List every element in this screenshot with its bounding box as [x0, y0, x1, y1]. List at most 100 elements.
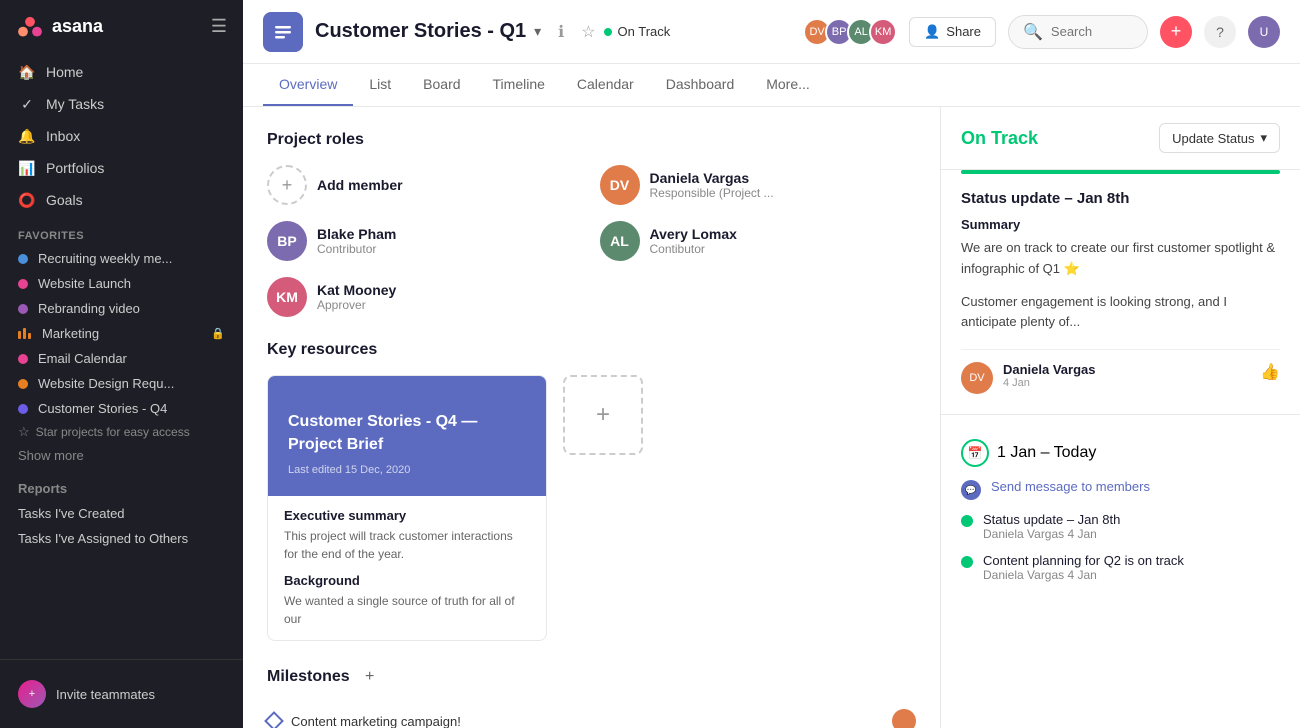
tab-timeline[interactable]: Timeline — [477, 64, 561, 106]
share-button[interactable]: 👤 Share — [909, 17, 996, 47]
timeline-dot-2 — [961, 556, 973, 568]
info-button[interactable]: ℹ — [549, 20, 573, 44]
timeline-date-label: 1 Jan – Today — [997, 444, 1096, 462]
content-area: Project roles + Add member DV Daniela Va… — [243, 107, 1300, 728]
milestone-add-button[interactable]: + — [358, 665, 382, 689]
role-item-kat: KM Kat Mooney Approver — [267, 277, 584, 317]
sidebar-item-customer-stories-q4[interactable]: Customer Stories - Q4 — [8, 396, 235, 421]
sidebar-item-my-tasks[interactable]: ✓ My Tasks — [8, 88, 235, 120]
key-resources-title: Key resources — [267, 341, 916, 359]
star-projects-label: Star projects for easy access — [36, 425, 190, 439]
add-member-button[interactable]: + — [267, 165, 307, 205]
like-icon[interactable]: 👍 — [1260, 362, 1280, 382]
role-info-kat: Kat Mooney Approver — [317, 282, 396, 312]
project-roles-title: Project roles — [267, 131, 916, 149]
sidebar-item-email-calendar[interactable]: Email Calendar — [8, 346, 235, 371]
sidebar-item-goals-label: Goals — [46, 192, 83, 208]
milestone-item-content-marketing[interactable]: Content marketing campaign! — [267, 701, 916, 728]
timeline-link-send-message[interactable]: Send message to members — [991, 479, 1150, 494]
invite-avatar: + — [18, 680, 46, 708]
sidebar-item-home[interactable]: 🏠 Home — [8, 56, 235, 88]
sidebar-item-rebranding[interactable]: Rebranding video — [8, 296, 235, 321]
sidebar-item-portfolios[interactable]: 📊 Portfolios — [8, 152, 235, 184]
update-status-label: Update Status — [1172, 131, 1254, 146]
project-title-area: Customer Stories - Q1 ▾ ℹ ☆ On Track — [315, 20, 791, 44]
role-item-daniela: DV Daniela Vargas Responsible (Project .… — [600, 165, 917, 205]
dot-icon-recruiting — [18, 254, 28, 264]
tab-calendar[interactable]: Calendar — [561, 64, 650, 106]
show-more-button[interactable]: Show more — [0, 443, 243, 468]
role-name-avery: Avery Lomax — [650, 226, 737, 242]
tab-dashboard[interactable]: Dashboard — [650, 64, 751, 106]
sidebar-item-marketing[interactable]: Marketing 🔒 — [8, 321, 235, 346]
invite-label: Invite teammates — [56, 687, 155, 702]
milestone-diamond-icon — [264, 711, 284, 728]
add-resource-button[interactable]: + — [563, 375, 643, 455]
on-track-label: On Track — [961, 128, 1038, 149]
hamburger-button[interactable]: ☰ — [211, 16, 227, 37]
milestones-title: Milestones — [267, 668, 350, 686]
timeline-item-status-update: Status update – Jan 8th Daniela Vargas 4… — [961, 512, 1280, 541]
sidebar-item-website-launch[interactable]: Website Launch — [8, 271, 235, 296]
resource-card-title: Customer Stories - Q4 — Project Brief — [288, 411, 526, 456]
sidebar-item-tasks-created[interactable]: Tasks I've Created — [8, 501, 235, 526]
milestone-name-content-marketing: Content marketing campaign! — [291, 714, 882, 728]
project-dropdown-button[interactable]: ▾ — [534, 23, 541, 40]
search-input[interactable] — [1051, 24, 1133, 39]
project-title: Customer Stories - Q1 — [315, 20, 526, 43]
milestone-avatar — [892, 709, 916, 728]
tab-overview[interactable]: Overview — [263, 64, 353, 106]
search-box[interactable]: 🔍 — [1008, 15, 1148, 49]
topbar: Customer Stories - Q1 ▾ ℹ ☆ On Track DV … — [243, 0, 1300, 64]
update-status-button[interactable]: Update Status ▾ — [1159, 123, 1280, 153]
invite-teammates-button[interactable]: + Invite teammates — [8, 672, 235, 716]
summary-text: We are on track to create our first cust… — [961, 238, 1280, 280]
reports-section: Reports Tasks I've Created Tasks I've As… — [0, 476, 243, 551]
user-avatar[interactable]: U — [1248, 16, 1280, 48]
sidebar-item-goals[interactable]: ⭕ Goals — [8, 184, 235, 216]
timeline-subtitle-status-update: Daniela Vargas 4 Jan — [983, 527, 1120, 541]
fav-item-label-recruiting: Recruiting weekly me... — [38, 251, 172, 266]
background-title: Background — [284, 573, 530, 588]
status-label: On Track — [618, 24, 671, 39]
role-title-blake: Contributor — [317, 242, 396, 256]
help-button[interactable]: ? — [1204, 16, 1236, 48]
continue-text: Customer engagement is looking strong, a… — [961, 292, 1280, 334]
timeline-item-content-planning: Content planning for Q2 is on track Dani… — [961, 553, 1280, 582]
tab-more[interactable]: More... — [750, 64, 826, 106]
role-info-daniela: Daniela Vargas Responsible (Project ... — [650, 170, 774, 200]
role-title-daniela: Responsible (Project ... — [650, 186, 774, 200]
resource-card-project-brief[interactable]: Customer Stories - Q4 — Project Brief La… — [267, 375, 547, 641]
sidebar-item-tasks-assigned[interactable]: Tasks I've Assigned to Others — [8, 526, 235, 551]
asana-logo-text: asana — [52, 16, 103, 37]
add-button[interactable]: + — [1160, 16, 1192, 48]
add-member-label: Add member — [317, 177, 403, 193]
dot-icon-rebranding — [18, 304, 28, 314]
star-button[interactable]: ☆ — [581, 22, 595, 42]
timeline-title-status-update: Status update – Jan 8th — [983, 512, 1120, 527]
commenter-area: DV Daniela Vargas 4 Jan 👍 — [961, 349, 1280, 406]
sidebar-item-inbox[interactable]: 🔔 Inbox — [8, 120, 235, 152]
sidebar-item-home-label: Home — [46, 64, 83, 80]
project-icon-svg — [272, 21, 294, 43]
tab-list[interactable]: List — [353, 64, 407, 106]
avatar-kat: KM — [267, 277, 307, 317]
comment-info: Daniela Vargas 4 Jan — [1003, 362, 1096, 389]
share-icon: 👤 — [924, 24, 940, 40]
avatar-avery: AL — [600, 221, 640, 261]
fav-item-label-website-design: Website Design Requ... — [38, 376, 174, 391]
resources-grid: Customer Stories - Q4 — Project Brief La… — [267, 375, 916, 641]
timeline-item-send-message: 💬 Send message to members — [961, 479, 1280, 500]
asana-logo-icon — [16, 12, 44, 40]
milestones-header: Milestones + — [267, 665, 916, 689]
resource-card-date: Last edited 15 Dec, 2020 — [288, 464, 526, 476]
sidebar-item-recruiting[interactable]: Recruiting weekly me... — [8, 246, 235, 271]
role-name-blake: Blake Pham — [317, 226, 396, 242]
timeline-dot-1 — [961, 515, 973, 527]
sidebar-item-website-design[interactable]: Website Design Requ... — [8, 371, 235, 396]
timeline-calendar-icon: 📅 — [961, 439, 989, 467]
bar-chart-icon-marketing — [18, 328, 32, 339]
sidebar-bottom: + Invite teammates — [0, 659, 243, 728]
tab-board[interactable]: Board — [407, 64, 476, 106]
resource-card-body: Executive summary This project will trac… — [268, 496, 546, 640]
